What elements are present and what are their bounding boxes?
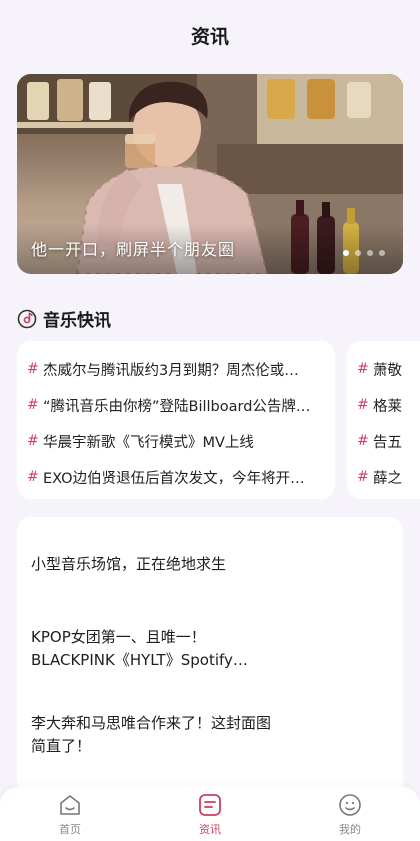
news-item[interactable]: # 华晨宇新歌《飞行模式》MV上线 xyxy=(25,423,327,459)
banner-carousel[interactable]: 他一开口，刷屏半个朋友圈 xyxy=(17,74,403,274)
section-title: 音乐快讯 xyxy=(43,311,111,331)
bottom-tab-bar: 首页 资讯 我的 xyxy=(0,787,420,841)
hash-icon: # xyxy=(27,433,39,449)
news-title: 杰威尔与腾讯版约3月到期？周杰伦或… xyxy=(43,362,299,379)
tab-label: 资讯 xyxy=(199,822,221,836)
hash-icon: # xyxy=(357,397,369,413)
banner-caption: 他一开口，刷屏半个朋友圈 xyxy=(31,240,236,259)
tab-news[interactable]: 资讯 xyxy=(165,792,255,837)
news-icon xyxy=(199,793,221,816)
news-item[interactable]: # “腾讯音乐由你榜”登陆Billboard公告牌… xyxy=(25,387,327,423)
article-item[interactable]: 李大奔和马思唯合作来了！这封面图简直了！ xyxy=(31,712,271,758)
hash-icon: # xyxy=(27,469,39,485)
news-title: EXO边伯贤退伍后首次发文，今年将开… xyxy=(43,470,305,487)
hash-icon: # xyxy=(357,361,369,377)
news-item[interactable]: # 薛之 xyxy=(355,459,420,495)
news-item[interactable]: # 杰威尔与腾讯版约3月到期？周杰伦或… xyxy=(25,351,327,387)
carousel-indicator xyxy=(343,250,385,256)
news-title: 薛之 xyxy=(373,470,402,487)
news-card: # 杰威尔与腾讯版约3月到期？周杰伦或… # “腾讯音乐由你榜”登陆Billbo… xyxy=(17,341,335,499)
tab-label: 我的 xyxy=(339,822,361,836)
news-item[interactable]: # 告五 xyxy=(355,423,420,459)
hash-icon: # xyxy=(357,433,369,449)
carousel-dot xyxy=(343,250,349,256)
hash-icon: # xyxy=(27,361,39,377)
news-title: 告五 xyxy=(373,434,402,451)
tab-home[interactable]: 首页 xyxy=(25,792,115,837)
page-title: 资讯 xyxy=(190,26,229,48)
tab-profile[interactable]: 我的 xyxy=(305,792,395,837)
news-page: 资讯 他一开口，刷屏半个朋友圈 音乐快讯 # 杰威尔与腾讯版约3月到期？周杰伦或… xyxy=(0,0,420,841)
carousel-dot xyxy=(379,250,385,256)
carousel-dot xyxy=(355,250,361,256)
music-disc-icon xyxy=(17,309,37,328)
tab-label: 首页 xyxy=(59,822,81,836)
music-news-header: 音乐快讯 xyxy=(17,306,111,331)
home-icon xyxy=(60,794,80,815)
profile-face-icon xyxy=(339,793,361,816)
news-item[interactable]: # 格莱 xyxy=(355,387,420,423)
news-item[interactable]: # 萧敬 xyxy=(355,351,420,387)
news-title: 格莱 xyxy=(373,398,402,415)
news-title: 华晨宇新歌《飞行模式》MV上线 xyxy=(43,434,254,451)
hash-icon: # xyxy=(27,397,39,413)
news-title: “腾讯音乐由你榜”登陆Billboard公告牌… xyxy=(43,398,311,415)
article-item[interactable]: KPOP女团第一、且唯一！BLACKPINK《HYLT》Spotify… xyxy=(31,626,271,672)
news-title: 萧敬 xyxy=(373,362,402,379)
news-card: # 萧敬 # 格莱 # 告五 # 薛之 xyxy=(347,341,420,499)
news-item[interactable]: # EXO边伯贤退伍后首次发文，今年将开… xyxy=(25,459,327,495)
hash-icon: # xyxy=(357,469,369,485)
carousel-dot xyxy=(367,250,373,256)
article-item[interactable]: 小型音乐场馆，正在绝地求生 xyxy=(31,553,271,576)
